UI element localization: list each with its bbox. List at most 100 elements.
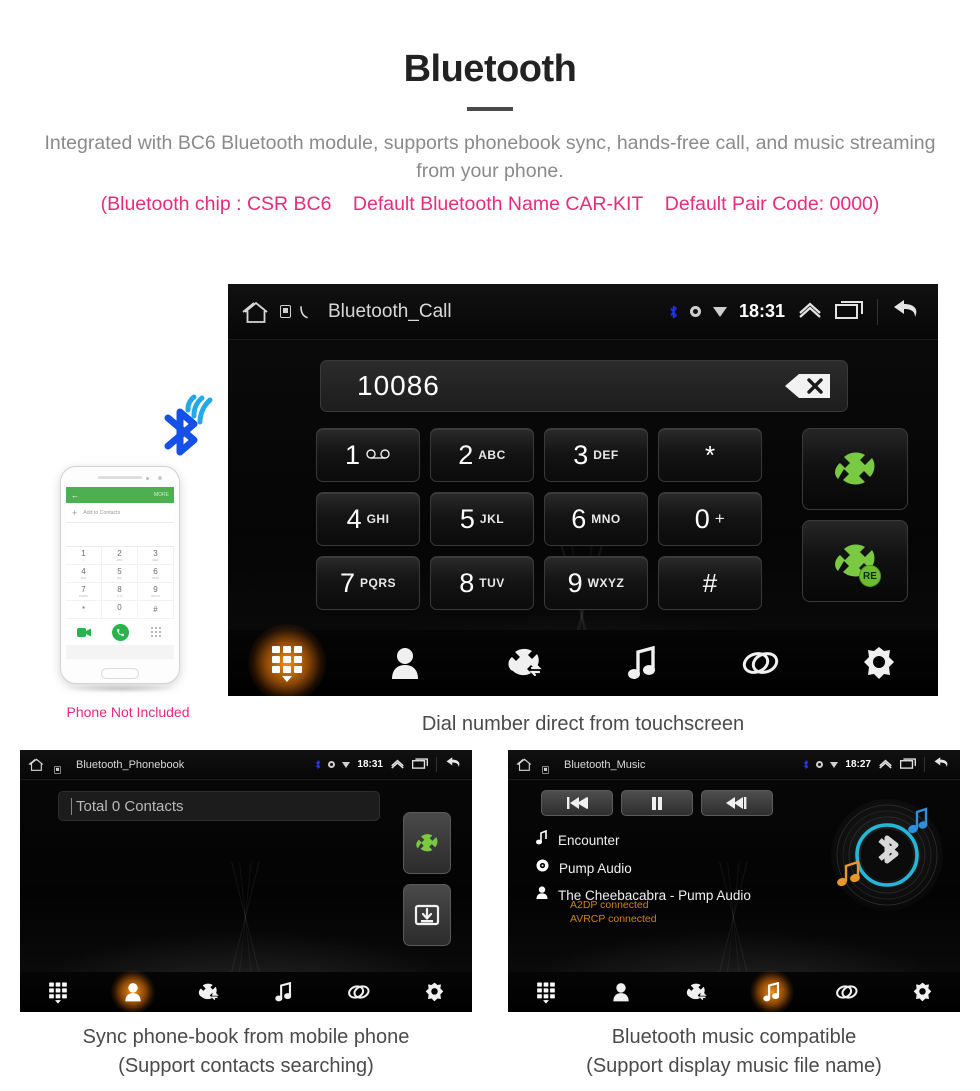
dial-navbar [228,624,938,696]
phone-action-row [66,619,174,645]
nav-settings[interactable] [397,972,472,1012]
previous-track-button[interactable] [541,790,613,816]
music-transport-controls [541,790,773,816]
key-1[interactable]: 1 [316,428,420,482]
bluetooth-signal-icon [134,390,214,462]
phone-more-label: MORE [154,492,169,498]
nav-keypad[interactable] [508,972,583,1012]
wifi-icon [342,761,351,768]
clock: 18:27 [845,759,871,770]
dial-statusbar: Bluetooth_Call 18:31 [228,284,938,340]
avrcp-status: AVRCP connected [570,913,657,925]
phone-call-button [102,623,138,641]
pause-button[interactable] [621,790,693,816]
music-caption: Bluetooth music compatible (Support disp… [508,1023,960,1081]
statusbar-divider [877,298,878,325]
back-icon[interactable] [890,296,924,327]
key-6[interactable]: 6 MNO [544,492,648,546]
sim-icon [54,761,61,774]
nav-call-history[interactable] [659,972,734,1012]
spec-chip: (Bluetooth chip : CSR BC6 [100,193,332,215]
chevron-up-icon[interactable] [878,756,893,774]
music-metadata: Encounter Pump Audio The Cheebacabra - P… [536,829,751,904]
backspace-icon[interactable] [783,371,833,401]
plus-icon: + [72,507,78,518]
key-star[interactable]: * [658,428,762,482]
clock: 18:31 [738,301,785,321]
nav-settings[interactable] [885,972,960,1012]
clock: 18:31 [357,759,383,770]
phone-key: 7 PQRS [66,583,102,601]
chevron-up-icon[interactable] [390,756,405,774]
call-button[interactable] [802,428,908,510]
phone-sensor [146,477,149,480]
nav-call-history[interactable] [171,972,246,1012]
home-icon[interactable] [516,757,534,772]
phone-key: 8 TUV [102,583,138,601]
recents-icon[interactable] [899,756,917,774]
nav-pair-link[interactable] [809,972,884,1012]
next-track-button[interactable] [701,790,773,816]
page-root: Bluetooth Integrated with BC6 Bluetooth … [0,48,980,1091]
mute-icon [816,761,824,768]
spec-line: (Bluetooth chip : CSR BC6 Default Blueto… [0,193,980,216]
nav-contacts[interactable] [95,970,170,1012]
recents-icon[interactable] [411,756,429,774]
phonebook-actions [403,812,451,946]
nav-contacts[interactable] [583,972,658,1012]
nav-keypad[interactable] [228,624,346,696]
music-caption-line1: Bluetooth music compatible [611,1026,857,1048]
phonebook-statusbar: Bluetooth_Phonebook 18:31 [20,750,472,780]
track-row: Encounter [536,829,751,850]
nav-settings[interactable] [820,630,938,696]
nav-pair-link[interactable] [701,630,819,696]
call-button[interactable] [403,812,451,874]
nav-contacts[interactable] [346,630,464,696]
phone-videocall-icon [66,627,102,637]
album-row: Pump Audio [536,859,751,877]
key-4[interactable]: 4 GHI [316,492,420,546]
phone-key: * [66,601,102,619]
nav-pair-link[interactable] [321,972,396,1012]
nav-call-history[interactable] [465,630,583,696]
statusbar-divider [436,757,437,772]
nav-music[interactable] [734,970,809,1012]
back-icon[interactable] [444,755,464,775]
screen-title: Bluetooth_Call [328,300,452,322]
nav-music[interactable] [246,972,321,1012]
nav-keypad[interactable] [20,972,95,1012]
key-2[interactable]: 2 ABC [430,428,534,482]
music-note-icon [536,829,548,850]
nav-music[interactable] [583,630,701,696]
call-buttons: RE [802,428,908,602]
key-0[interactable]: 0 + [658,492,762,546]
person-icon [536,886,548,904]
key-8[interactable]: 8 TUV [430,556,534,610]
phone-number-area [66,523,174,547]
download-contacts-button[interactable] [403,884,451,946]
title-divider [467,107,513,111]
home-icon[interactable] [242,299,272,325]
key-5[interactable]: 5 JKL [430,492,534,546]
call-icon [299,305,310,319]
disc-icon [536,859,549,877]
contacts-search-input[interactable]: Total 0 Contacts [58,791,380,821]
back-icon[interactable] [932,755,952,775]
dialed-number-field[interactable]: 10086 [320,360,848,412]
key-7[interactable]: 7 PQRS [316,556,420,610]
phone-key: 3 DEF [138,547,174,565]
phone-illustration: ← MORE + Add to Contacts 1 ∞ 2 ABC 3 DEF 4G… [38,388,218,720]
track-title: Encounter [558,832,620,848]
recents-icon[interactable] [835,299,865,324]
key-hash[interactable]: # [658,556,762,610]
key-3[interactable]: 3 DEF [544,428,648,482]
home-icon[interactable] [28,757,46,772]
phone-key: 2 ABC [102,547,138,565]
chevron-up-icon[interactable] [797,300,823,323]
sim-icon [280,305,291,318]
dial-body: 10086 1 2 ABC 3 DEF * 4 GHI 5 JKL 6 MNO 0 [228,340,938,696]
phone-add-contact-label: Add to Contacts [83,509,121,516]
phone-app-header: ← MORE [66,487,174,503]
redial-button[interactable]: RE [802,520,908,602]
key-9[interactable]: 9 WXYZ [544,556,648,610]
